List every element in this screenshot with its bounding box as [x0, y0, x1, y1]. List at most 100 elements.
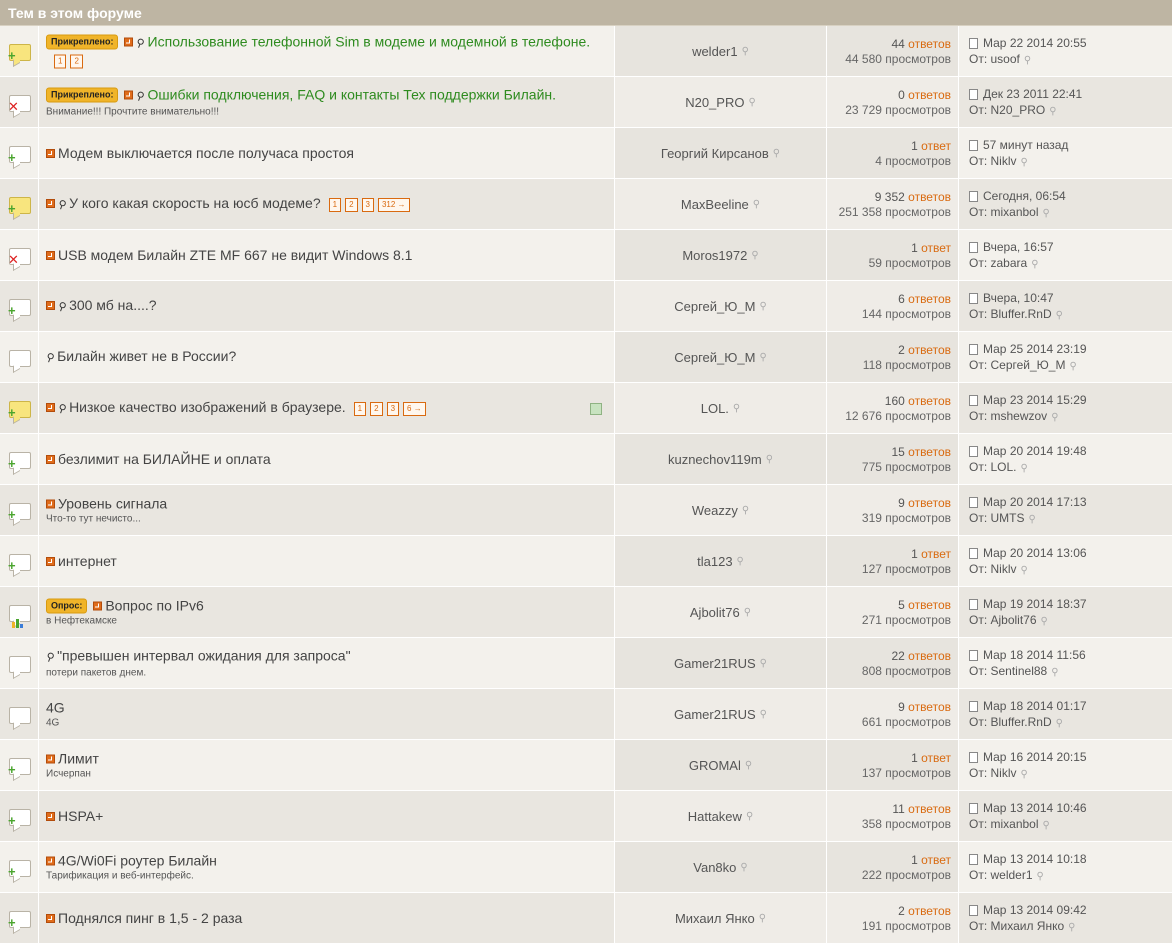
last-post-date[interactable]: Мар 23 2014 15:29 — [983, 393, 1087, 407]
topic-author[interactable]: Сергей_Ю_М — [674, 299, 755, 314]
folder-icon[interactable] — [9, 656, 31, 673]
last-post-icon[interactable] — [969, 89, 978, 100]
folder-plus-icon[interactable]: + — [8, 554, 31, 572]
last-post-user[interactable]: UMTS — [991, 511, 1025, 525]
last-post-user[interactable]: Bluffer.RnD — [991, 715, 1052, 729]
folder-closed-x-icon[interactable]: ✕ — [8, 248, 31, 266]
topic-author[interactable]: Weazzy — [692, 503, 738, 518]
topic-title-link[interactable]: интернет — [58, 553, 117, 569]
last-post-user[interactable]: Михаил Янко — [991, 919, 1065, 933]
replies-count[interactable]: 1 ответ — [827, 853, 951, 868]
last-post-date[interactable]: Мар 20 2014 19:48 — [983, 444, 1087, 458]
last-post-icon[interactable] — [969, 803, 978, 814]
last-post-date[interactable]: Мар 13 2014 10:18 — [983, 852, 1087, 866]
page-link[interactable]: 2 — [345, 198, 358, 212]
folder-plus-icon[interactable]: + — [8, 809, 31, 827]
last-post-icon[interactable] — [969, 854, 978, 865]
folder-closed-x-icon[interactable]: ✕ — [8, 95, 31, 113]
topic-author[interactable]: Михаил Янко — [675, 911, 755, 926]
folder-plus-icon[interactable]: + — [8, 503, 31, 521]
topic-author[interactable]: Сергей_Ю_М — [674, 350, 755, 365]
topic-author[interactable]: kuznechov119m — [668, 452, 762, 467]
topic-author[interactable]: Ajbolit76 — [690, 605, 740, 620]
topic-title-link[interactable]: Поднялся пинг в 1,5 - 2 раза — [58, 910, 242, 926]
topic-author[interactable]: GROMAl — [689, 758, 741, 773]
last-post-icon[interactable] — [969, 446, 978, 457]
last-post-date[interactable]: Вчера, 16:57 — [983, 240, 1054, 254]
topic-title-link[interactable]: 4G — [46, 700, 65, 716]
page-link[interactable]: 3 — [361, 198, 374, 212]
last-post-icon[interactable] — [969, 650, 978, 661]
folder-plus-icon[interactable]: + — [8, 758, 31, 776]
page-link[interactable]: 1 — [353, 402, 367, 416]
new-posts-icon[interactable] — [46, 301, 55, 310]
last-post-date[interactable]: Мар 19 2014 18:37 — [983, 597, 1087, 611]
topic-title-link[interactable]: У кого какая скорость на юсб модеме? — [69, 195, 321, 211]
folder-hot-plus-icon[interactable]: + — [8, 401, 31, 419]
replies-count[interactable]: 9 352 ответов — [827, 190, 951, 205]
topic-title-link[interactable]: Ошибки подключения, FAQ и контакты Тех п… — [148, 87, 556, 103]
replies-count[interactable]: 2 ответов — [827, 343, 951, 358]
last-post-date[interactable]: Вчера, 10:47 — [983, 291, 1054, 305]
last-post-icon[interactable] — [969, 140, 978, 151]
last-post-icon[interactable] — [969, 191, 978, 202]
replies-count[interactable]: 160 ответов — [827, 394, 951, 409]
topic-author[interactable]: Gamer21RUS — [674, 656, 756, 671]
topic-author[interactable]: Gamer21RUS — [674, 707, 756, 722]
folder-plus-icon[interactable]: + — [8, 146, 31, 164]
last-post-icon[interactable] — [969, 38, 978, 49]
topic-author[interactable]: Van8ko — [693, 860, 736, 875]
last-post-date[interactable]: Мар 25 2014 23:19 — [983, 342, 1087, 356]
last-post-date[interactable]: Дек 23 2011 22:41 — [983, 87, 1082, 101]
replies-count[interactable]: 9 ответов — [827, 700, 951, 715]
new-posts-icon[interactable] — [46, 455, 55, 464]
page-link[interactable]: 1 — [54, 54, 67, 69]
last-post-date[interactable]: Мар 13 2014 09:42 — [983, 903, 1087, 917]
page-link[interactable]: 6 → — [403, 402, 426, 416]
last-post-date[interactable]: Мар 20 2014 13:06 — [983, 546, 1087, 560]
topic-author[interactable]: Hattakew — [688, 809, 742, 824]
topic-title-link[interactable]: USB модем Билайн ZTE MF 667 не видит Win… — [58, 247, 412, 263]
last-post-icon[interactable] — [969, 242, 978, 253]
last-post-user[interactable]: mixanbol — [991, 205, 1039, 219]
last-post-user[interactable]: Сергей_Ю_М — [991, 358, 1066, 372]
topic-author[interactable]: tla123 — [697, 554, 732, 569]
folder-poll-icon[interactable] — [9, 605, 31, 628]
new-posts-icon[interactable] — [46, 251, 55, 260]
last-post-user[interactable]: Niklv — [991, 154, 1017, 168]
folder-icon[interactable] — [9, 707, 31, 724]
new-posts-icon[interactable] — [46, 403, 55, 412]
replies-count[interactable]: 1 ответ — [827, 139, 951, 154]
topic-author[interactable]: welder1 — [692, 44, 738, 59]
last-post-user[interactable]: Niklv — [991, 766, 1017, 780]
topic-title-link[interactable]: "превышен интервал ожидания для запроса" — [57, 648, 350, 664]
new-posts-icon[interactable] — [46, 856, 55, 866]
topic-author[interactable]: Георгий Кирсанов — [661, 146, 769, 161]
last-post-date[interactable]: Мар 20 2014 17:13 — [983, 495, 1087, 509]
new-posts-icon[interactable] — [46, 914, 55, 923]
last-post-date[interactable]: Сегодня, 06:54 — [983, 189, 1066, 203]
folder-plus-icon[interactable]: + — [8, 911, 31, 929]
last-post-user[interactable]: Sentinel88 — [991, 664, 1048, 678]
topic-author[interactable]: Moros1972 — [682, 248, 747, 263]
folder-hot-plus-icon[interactable]: + — [8, 197, 31, 215]
replies-count[interactable]: 15 ответов — [827, 445, 951, 460]
topic-title-link[interactable]: 300 мб на....? — [69, 297, 157, 313]
replies-count[interactable]: 11 ответов — [827, 802, 951, 817]
last-post-date[interactable]: Мар 18 2014 01:17 — [983, 699, 1087, 713]
replies-count[interactable]: 2 ответов — [827, 904, 951, 919]
folder-icon[interactable] — [9, 350, 31, 367]
last-post-icon[interactable] — [969, 599, 978, 610]
new-posts-icon[interactable] — [93, 601, 103, 611]
last-post-user[interactable]: Ajbolit76 — [991, 613, 1037, 627]
folder-hot-plus-icon[interactable]: + — [8, 44, 31, 62]
last-post-date[interactable]: Мар 16 2014 20:15 — [983, 750, 1087, 764]
topic-title-link[interactable]: Вопрос по IPv6 — [105, 598, 203, 614]
topic-author[interactable]: LOL. — [701, 401, 729, 416]
last-post-date[interactable]: Мар 13 2014 10:46 — [983, 801, 1087, 815]
new-posts-icon[interactable] — [46, 754, 55, 764]
folder-plus-icon[interactable]: + — [8, 299, 31, 317]
new-posts-icon[interactable] — [124, 90, 134, 100]
replies-count[interactable]: 5 ответов — [827, 598, 951, 613]
folder-plus-icon[interactable]: + — [8, 452, 31, 470]
